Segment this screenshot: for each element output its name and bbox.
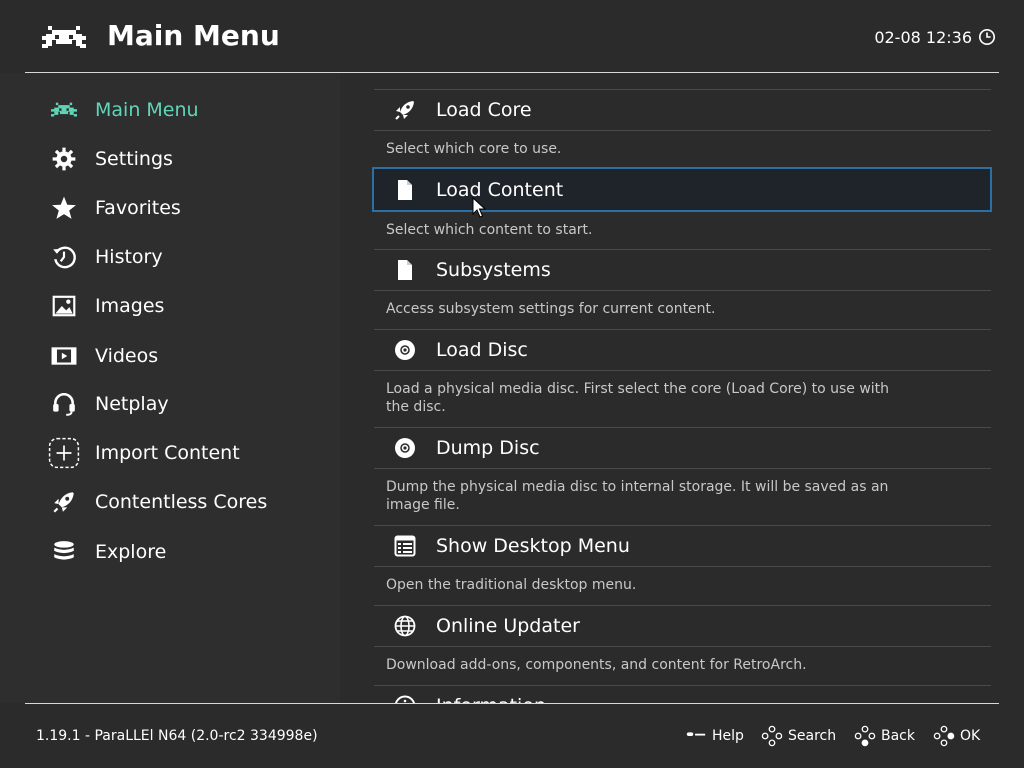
mouse-cursor-icon: [472, 197, 486, 218]
disc-icon: [374, 338, 436, 362]
ok-hint[interactable]: OK: [933, 724, 980, 748]
sidebar-item-label: History: [95, 246, 163, 268]
back-hint-label: Back: [881, 728, 915, 744]
menu-item-description: Access subsystem settings for current co…: [386, 301, 716, 317]
list-divider: [374, 468, 991, 469]
sidebar-item-settings[interactable]: Settings: [45, 141, 335, 177]
info-icon: [374, 694, 436, 703]
sidebar: Main Menu Settings Favorites History Ima…: [0, 73, 340, 703]
header-bar: Main Menu 02-08 12:36: [0, 0, 1024, 72]
sidebar-item-label: Contentless Cores: [95, 491, 268, 513]
add-icon: [45, 437, 83, 469]
ok-hint-label: OK: [960, 728, 981, 744]
menu-item-description: Load a physical media disc. First select…: [386, 381, 890, 415]
menu-item-description: Open the traditional desktop menu.: [386, 577, 637, 593]
desktop-menu-icon: [374, 534, 436, 558]
database-icon: [45, 536, 83, 568]
menu-item-subsystems[interactable]: Subsystems: [374, 250, 991, 290]
menu-item-load-content[interactable]: Load Content: [372, 167, 992, 212]
sidebar-item-label: Import Content: [95, 442, 240, 464]
menu-item-label: Load Content: [436, 178, 564, 201]
search-hint[interactable]: Search: [761, 724, 836, 748]
star-icon: [45, 192, 83, 224]
menu-item-dump-disc[interactable]: Dump Disc: [374, 428, 991, 468]
sidebar-item-favorites[interactable]: Favorites: [45, 190, 335, 226]
sidebar-item-label: Netplay: [95, 393, 169, 415]
menu-item-description: Select which content to start.: [386, 222, 593, 238]
menu-item-show-desktop-menu[interactable]: Show Desktop Menu: [374, 526, 991, 566]
sidebar-item-import-content[interactable]: Import Content: [45, 435, 335, 471]
history-icon: [45, 241, 83, 273]
search-hint-label: Search: [788, 728, 837, 744]
list-divider: [374, 566, 991, 567]
sidebar-item-main-menu[interactable]: Main Menu: [45, 92, 335, 128]
menu-item-label: Dump Disc: [436, 437, 540, 459]
menu-item-load-disc[interactable]: Load Disc: [374, 330, 991, 370]
retroarch-logo-icon: [42, 26, 86, 48]
datetime-text: 02-08 12:36: [874, 27, 972, 47]
menu-list: Load Core Select which core to use. Load…: [340, 73, 1024, 703]
invader-icon: [45, 94, 83, 126]
select-button-icon: [686, 732, 706, 736]
help-hint-label: Help: [712, 728, 744, 744]
sidebar-item-label: Images: [95, 295, 165, 317]
sidebar-item-contentless-cores[interactable]: Contentless Cores: [45, 484, 335, 520]
footer-bar: 1.19.1 - ParaLLEl N64 (2.0-rc2 334998e) …: [0, 704, 1024, 768]
menu-item-label: Show Desktop Menu: [436, 535, 630, 557]
sidebar-item-label: Favorites: [95, 197, 181, 219]
menu-item-label: Online Updater: [436, 615, 580, 637]
rocket-icon: [45, 486, 83, 518]
list-divider: [374, 290, 991, 291]
version-info: 1.19.1 - ParaLLEl N64 (2.0-rc2 334998e): [36, 728, 318, 744]
help-hint[interactable]: Help: [685, 724, 744, 748]
back-hint[interactable]: Back: [854, 724, 915, 748]
file-icon: [374, 258, 436, 282]
sidebar-item-history[interactable]: History: [45, 239, 335, 275]
sidebar-item-label: Explore: [95, 541, 167, 563]
list-divider: [374, 130, 991, 131]
sidebar-item-netplay[interactable]: Netplay: [45, 386, 335, 422]
gear-icon: [45, 143, 83, 175]
globe-icon: [374, 614, 436, 638]
menu-item-description: Download add-ons, components, and conten…: [386, 657, 807, 673]
dpad-icon: [933, 725, 955, 747]
file-icon: [374, 178, 436, 202]
sidebar-item-label: Videos: [95, 345, 159, 367]
menu-item-information[interactable]: Information: [374, 686, 991, 703]
sidebar-item-videos[interactable]: Videos: [45, 338, 335, 374]
rocket-icon: [374, 98, 436, 122]
menu-item-description: Select which core to use.: [386, 141, 562, 157]
menu-item-description: Dump the physical media disc to internal…: [386, 479, 889, 513]
dpad-icon: [761, 725, 783, 747]
menu-item-label: Subsystems: [436, 259, 551, 281]
sidebar-item-label: Settings: [95, 148, 173, 170]
list-divider: [374, 646, 991, 647]
image-icon: [45, 290, 83, 322]
sidebar-item-images[interactable]: Images: [45, 288, 335, 324]
menu-item-label: Load Core: [436, 99, 532, 121]
sidebar-item-label: Main Menu: [95, 99, 199, 121]
disc-icon: [374, 436, 436, 460]
menu-item-online-updater[interactable]: Online Updater: [374, 606, 991, 646]
sidebar-item-explore[interactable]: Explore: [45, 534, 335, 570]
film-icon: [45, 340, 83, 372]
headset-icon: [45, 388, 83, 420]
clock: 02-08 12:36: [874, 26, 996, 48]
menu-item-load-core[interactable]: Load Core: [374, 90, 991, 130]
clock-icon: [978, 28, 996, 46]
menu-item-label: Load Disc: [436, 339, 528, 361]
dpad-icon: [854, 725, 876, 747]
page-title: Main Menu: [107, 19, 280, 52]
menu-item-label: Information: [436, 695, 546, 703]
list-divider: [374, 370, 991, 371]
